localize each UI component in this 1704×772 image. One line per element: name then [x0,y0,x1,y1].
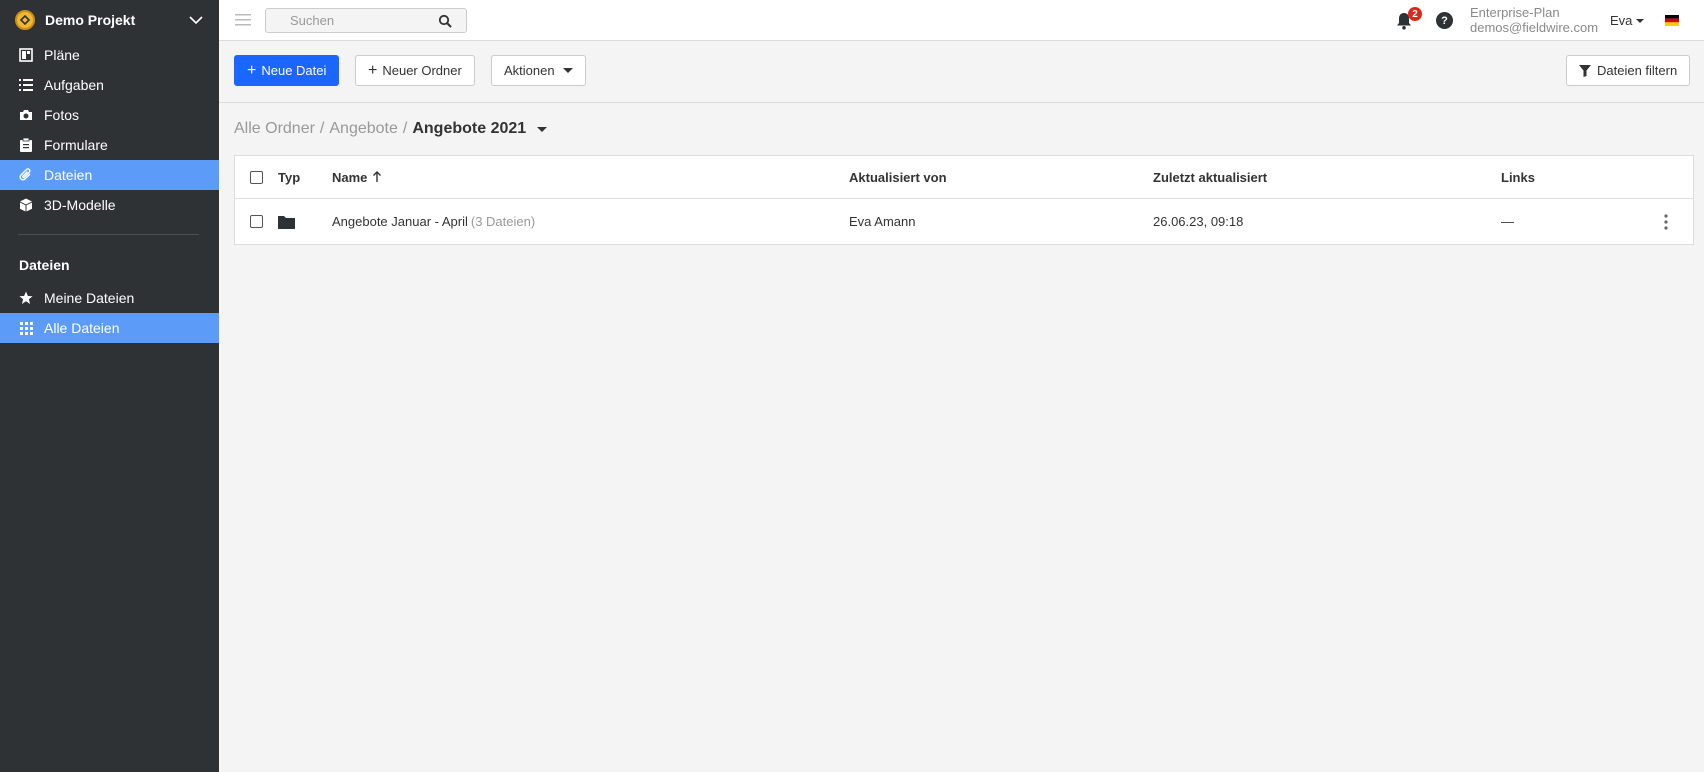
notification-badge: 2 [1408,7,1422,21]
camera-icon [18,107,34,123]
project-logo-icon [15,10,35,30]
sidebar-item-label: Meine Dateien [44,290,135,306]
clipboard-icon [18,137,34,153]
project-name: Demo Projekt [45,12,136,28]
caret-down-icon [1636,18,1645,23]
sidebar-item-label: Aufgaben [44,77,104,93]
plans-icon [18,47,34,63]
user-name: Eva [1610,13,1633,28]
sidebar-item-dateien[interactable]: Dateien [0,160,219,190]
top-bar: 2 ? Enterprise-Plan demos@fieldwire.com … [219,0,1704,41]
search-input[interactable] [290,13,430,28]
user-menu[interactable]: Eva [1610,13,1645,28]
sidebar-item-label: Alle Dateien [44,320,120,336]
sidebar-divider [18,234,199,235]
table-header: Typ Name Aktualisiert von Zuletzt aktual… [235,156,1693,199]
new-file-label: Neue Datei [261,63,327,78]
select-all-checkbox[interactable] [250,170,263,184]
caret-down-icon [562,68,573,73]
column-header-name[interactable]: Name [332,156,382,198]
sidebar-item-label: Pläne [44,47,80,63]
row-menu-cell [1664,199,1668,244]
more-options-icon[interactable] [1664,213,1668,230]
sidebar-item-formulare[interactable]: Formulare [0,130,219,160]
plan-info: Enterprise-Plan demos@fieldwire.com [1470,5,1598,35]
star-icon [18,290,34,306]
sidebar-item-aufgaben[interactable]: Aufgaben [0,70,219,100]
breadcrumb-separator: / [319,120,325,137]
sidebar-item-alle-dateien[interactable]: Alle Dateien [0,313,219,343]
toolbar: + Neue Datei + Neuer Ordner Aktionen Dat… [219,41,1704,103]
updated-by-cell: Eva Amann [849,214,916,229]
grid-icon [18,320,34,336]
sort-ascending-icon [373,171,382,182]
column-header-last-updated[interactable]: Zuletzt aktualisiert [1153,156,1267,198]
actions-dropdown[interactable]: Aktionen [491,55,586,86]
sidebar-item-meine-dateien[interactable]: Meine Dateien [0,283,219,313]
file-count: (3 Dateien) [470,214,536,229]
select-all-cell [250,156,263,198]
search-box [265,8,467,33]
list-icon [18,77,34,93]
sidebar-item-label: Fotos [44,107,80,123]
new-folder-label: Neuer Ordner [382,63,462,78]
filter-icon [1579,64,1591,77]
caret-down-icon[interactable] [537,126,548,132]
links-cell: — [1501,214,1514,229]
actions-label: Aktionen [504,63,555,78]
plan-name: Enterprise-Plan [1470,5,1560,20]
breadcrumb-item-angebote[interactable]: Angebote [329,120,398,138]
breadcrumb: Alle Ordner / Angebote / Angebote 2021 [234,120,548,138]
search-icon[interactable] [438,14,452,28]
last-updated-cell: 26.06.23, 09:18 [1153,214,1244,229]
sidebar: Demo Projekt Pläne Aufgaben Fotos Formul… [0,0,219,772]
row-select-cell [250,199,263,244]
files-table: Typ Name Aktualisiert von Zuletzt aktual… [234,155,1694,245]
new-file-button[interactable]: + Neue Datei [234,55,340,86]
sidebar-item-label: Formulare [44,137,108,153]
sidebar-item-label: Dateien [44,167,93,183]
hamburger-menu-icon[interactable] [235,13,251,27]
column-header-name-label: Name [332,169,368,185]
filter-files-label: Dateien filtern [1597,63,1678,78]
project-selector[interactable]: Demo Projekt [0,0,219,40]
help-icon[interactable]: ? [1436,12,1453,29]
sidebar-item-3d-modelle[interactable]: 3D-Modelle [0,190,219,220]
column-header-links[interactable]: Links [1501,156,1535,198]
name-cell[interactable]: Angebote Januar - April (3 Dateien) [332,199,535,244]
plus-icon: + [368,61,378,79]
plus-icon: + [247,61,257,79]
cube-icon [18,197,34,213]
new-folder-button[interactable]: + Neuer Ordner [355,55,475,86]
paperclip-icon [18,167,34,183]
sidebar-item-plaene[interactable]: Pläne [0,40,219,70]
breadcrumb-separator: / [402,120,408,137]
breadcrumb-item-all-folders[interactable]: Alle Ordner [234,120,315,138]
folder-icon [278,215,295,229]
breadcrumb-current: Angebote 2021 [412,120,527,137]
type-cell [278,199,295,244]
chevron-down-icon[interactable] [188,12,204,28]
column-header-updated-by[interactable]: Aktualisiert von [849,156,947,198]
column-header-type[interactable]: Typ [278,156,300,198]
plan-email: demos@fieldwire.com [1470,20,1599,35]
row-checkbox[interactable] [250,215,263,228]
sidebar-item-fotos[interactable]: Fotos [0,100,219,130]
sidebar-item-label: 3D-Modelle [44,197,116,213]
table-row[interactable]: Angebote Januar - April (3 Dateien) Eva … [235,199,1693,244]
german-flag-icon[interactable] [1665,15,1679,26]
sidebar-section-title: Dateien [19,257,70,273]
filter-files-button[interactable]: Dateien filtern [1566,55,1691,86]
folder-name[interactable]: Angebote Januar - April [332,214,468,229]
